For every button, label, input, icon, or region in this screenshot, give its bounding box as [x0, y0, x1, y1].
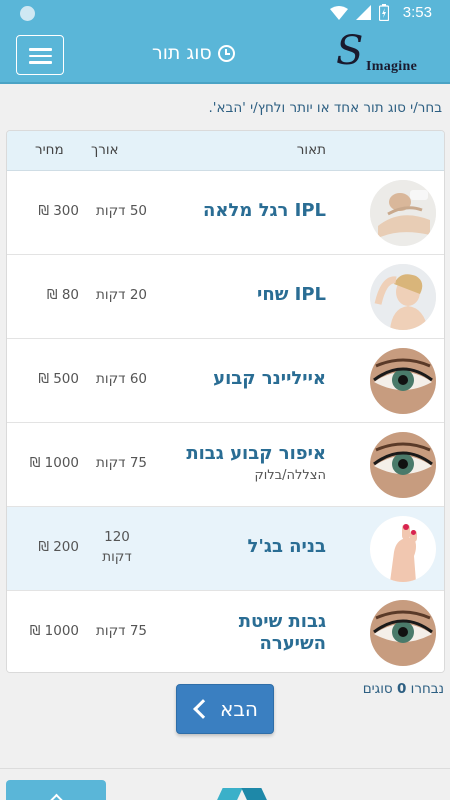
table-row[interactable]: IPL שחי 20 דקות 80 ₪: [7, 255, 444, 339]
service-name: גבות שיטת השיערה: [161, 611, 326, 655]
footer-logo-shape: [213, 788, 243, 800]
service-price: 200 ₪: [38, 539, 79, 555]
chevron-left-icon: [193, 699, 213, 719]
logo-text: Imagine: [366, 59, 418, 74]
service-length-unit: דקות: [102, 549, 132, 565]
clock-icon: [217, 44, 235, 62]
service-price: 300 ₪: [38, 203, 79, 219]
services-table: תאור אורך מחיר IPL רגל מלאה 50 דקות 300 …: [6, 130, 445, 673]
service-length-number: 120: [104, 529, 130, 545]
selection-prefix: נבחרו: [410, 681, 444, 697]
hamburger-line: [29, 48, 52, 51]
service-price: 80 ₪: [46, 287, 79, 303]
table-row[interactable]: בניה בג'ל 120 דקות 200 ₪: [7, 507, 444, 591]
header-description: תאור: [296, 142, 326, 158]
service-length: 120 דקות: [87, 527, 147, 567]
selection-count: נבחרו 0 סוגים: [363, 681, 444, 697]
nails-image: [370, 516, 436, 582]
signal-icon: [355, 5, 371, 20]
hamburger-line: [29, 61, 52, 64]
menu-button[interactable]: [16, 35, 64, 75]
service-price: 1000 ₪: [29, 623, 79, 639]
service-length: 20 דקות: [96, 287, 147, 303]
notification-icon: [20, 6, 35, 21]
table-row[interactable]: איפור קבוע גבות הצללה/בלוק 75 דקות 1000 …: [7, 423, 444, 507]
wifi-icon: [329, 5, 348, 20]
hamburger-line: [29, 54, 52, 57]
app-bar: סוג תור S Imagine: [0, 28, 450, 84]
eye-image: [370, 348, 436, 414]
page-title: סוג תור: [152, 42, 235, 64]
next-button[interactable]: הבא: [176, 684, 274, 734]
status-time: 3:53: [402, 4, 432, 21]
service-name-text: איפור קבוע גבות: [186, 443, 326, 464]
page-title-text: סוג תור: [152, 42, 212, 64]
leg-treatment-image: [370, 180, 436, 246]
scroll-top-button[interactable]: [6, 780, 106, 800]
battery-icon: [378, 4, 389, 21]
footer-logo-icon: [213, 788, 274, 800]
service-name: IPL רגל מלאה: [202, 200, 326, 221]
eye-image: [370, 432, 436, 498]
divider: [0, 768, 450, 769]
service-length: 60 דקות: [96, 371, 147, 387]
service-length: 75 דקות: [96, 455, 147, 471]
service-name-text: גבות שיטת: [238, 611, 326, 632]
service-name: בניה בג'ל: [247, 536, 327, 557]
underarm-treatment-image: [370, 264, 436, 330]
selection-suffix: סוגים: [362, 681, 393, 697]
service-name: IPL שחי: [257, 284, 326, 305]
service-price: 1000 ₪: [29, 455, 79, 471]
instruction-text: בחר/י סוג תור אחד או יותר ולחץ/י 'הבא'.: [208, 100, 442, 116]
table-row[interactable]: אייליינר קבוע 60 דקות 500 ₪: [7, 339, 444, 423]
brand-logo: S Imagine: [328, 28, 436, 80]
table-row[interactable]: גבות שיטת השיערה 75 דקות 1000 ₪: [7, 591, 444, 672]
service-length: 50 דקות: [96, 203, 147, 219]
service-price: 500 ₪: [38, 371, 79, 387]
service-name-line2: השיערה: [259, 633, 326, 654]
status-bar: 3:53: [0, 0, 450, 28]
eye-image: [370, 600, 436, 666]
service-name: אייליינר קבוע: [213, 368, 326, 389]
logo-letter: S: [336, 28, 364, 74]
footer-logo-shape: [241, 788, 271, 800]
selection-number: 0: [396, 681, 407, 697]
service-name: איפור קבוע גבות הצללה/בלוק: [161, 443, 326, 485]
table-header: תאור אורך מחיר: [7, 131, 444, 171]
table-row[interactable]: IPL רגל מלאה 50 דקות 300 ₪: [7, 171, 444, 255]
service-subtitle: הצללה/בלוק: [254, 468, 326, 483]
next-button-label: הבא: [220, 697, 258, 721]
header-length: אורך: [91, 142, 119, 158]
header-price: מחיר: [35, 142, 64, 158]
service-length: 75 דקות: [96, 623, 147, 639]
